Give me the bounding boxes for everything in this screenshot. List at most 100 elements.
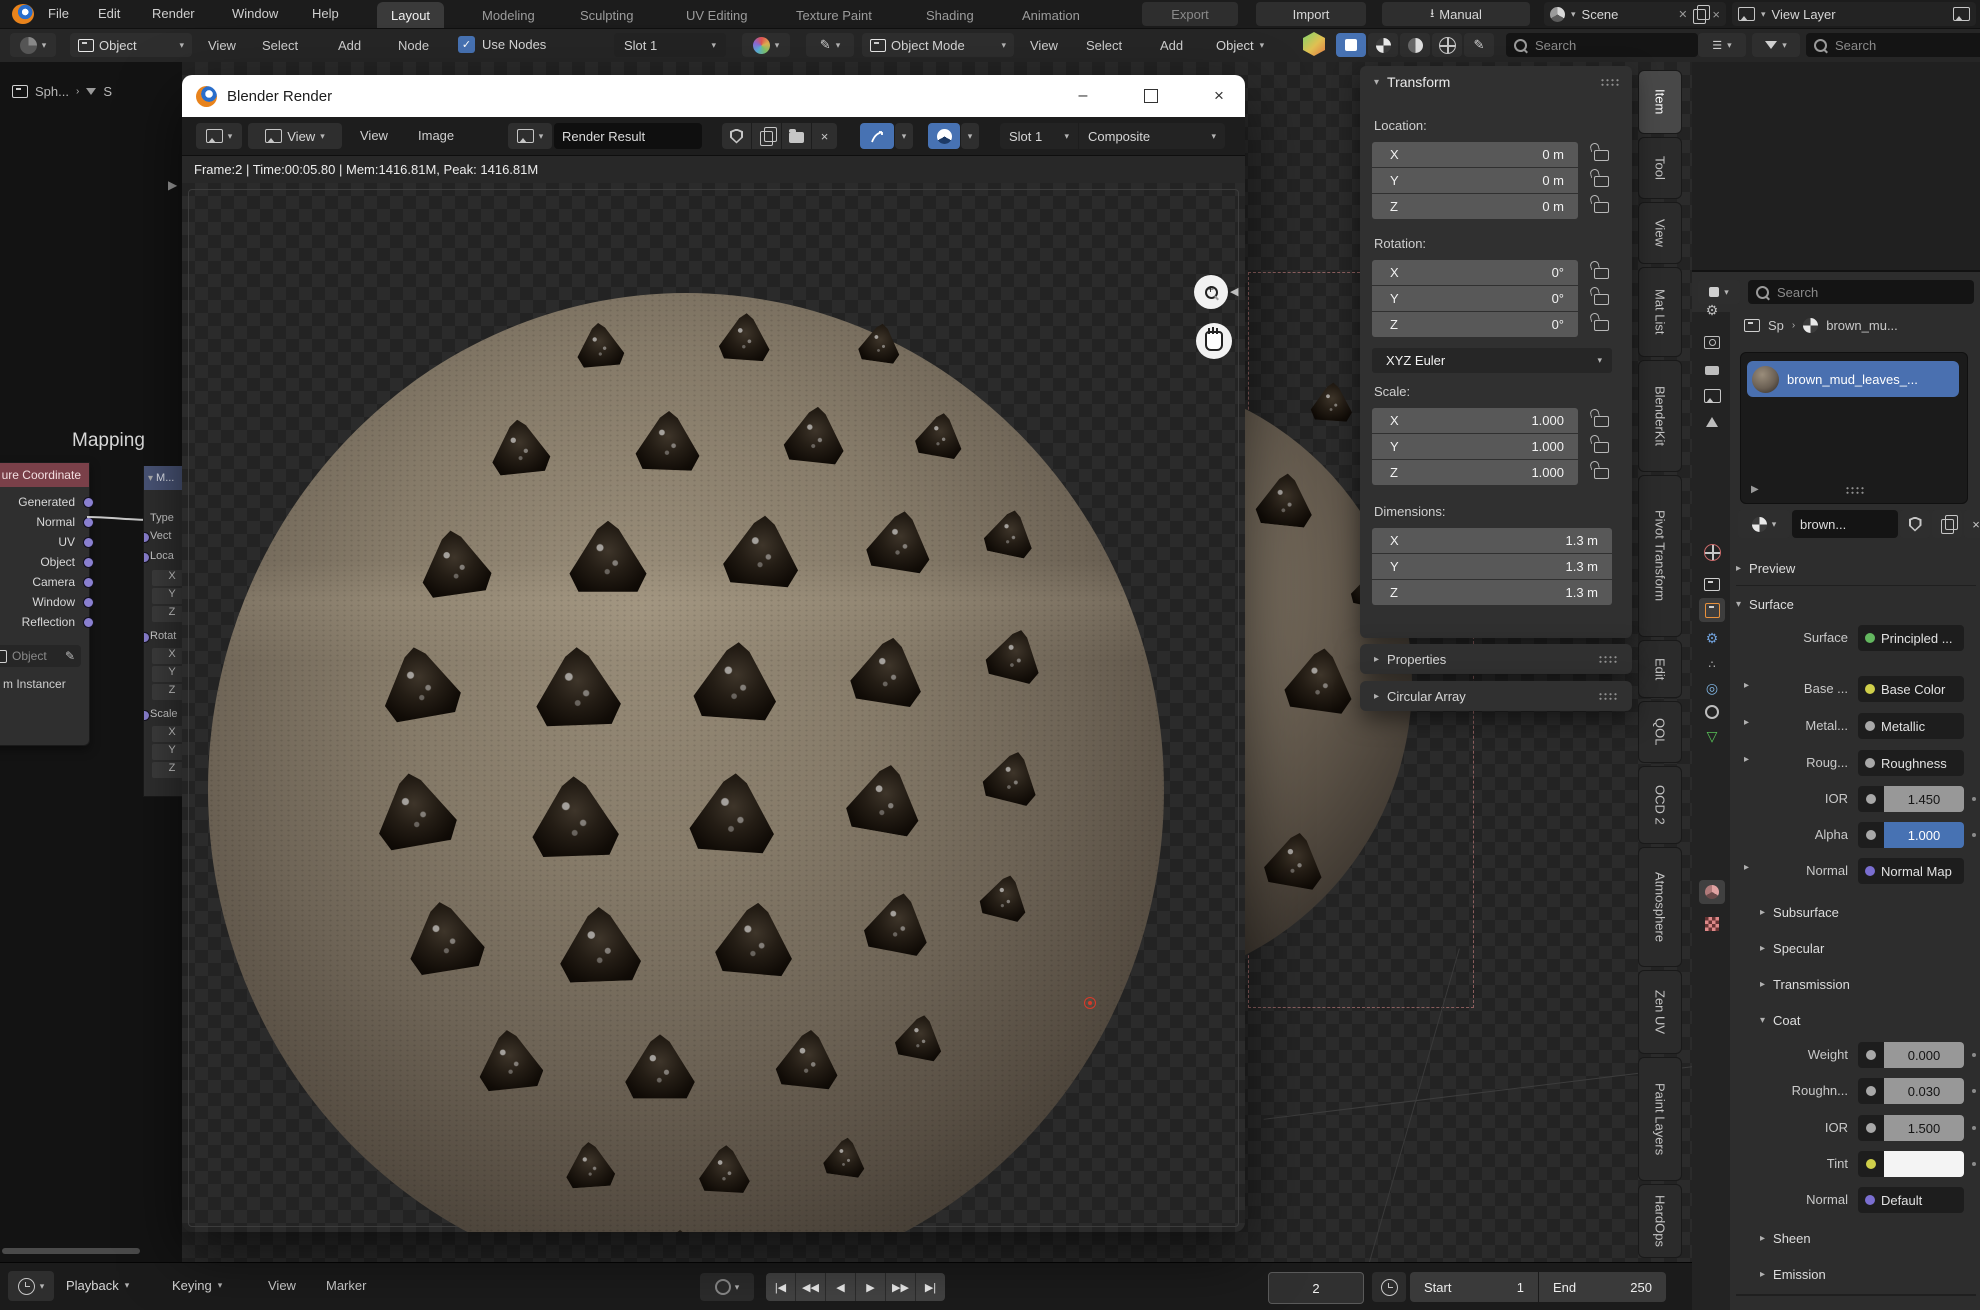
shader-mode-dropdown[interactable]: Object ▾ (70, 33, 192, 57)
properties-collapsed-panel[interactable]: ▸Properties (1360, 644, 1632, 674)
workspace-tab-layout[interactable]: Layout (377, 2, 444, 28)
tab-texture-icon[interactable] (1699, 912, 1725, 936)
node-editor-hscrollbar[interactable] (2, 1248, 140, 1254)
view-mode-dropdown[interactable]: View▾ (248, 123, 342, 149)
manual-button[interactable]: ⭳ Manual (1382, 2, 1530, 26)
pass-dropdown[interactable]: Composite▾ (1079, 123, 1225, 149)
texture-coordinate-node[interactable]: ure Coordinate Generated Normal UV Objec… (0, 462, 90, 746)
play-reverse-button[interactable]: ◀ (826, 1273, 856, 1301)
material-name-field[interactable]: brown... (1792, 510, 1898, 538)
rotation-mode-dropdown[interactable]: XYZ Euler ▾ (1372, 348, 1612, 373)
side-tab-zen-uv[interactable]: Zen UV (1638, 970, 1682, 1054)
unlink-image-button[interactable]: × (812, 123, 837, 149)
coat-weight-socket[interactable] (1858, 1042, 1884, 1068)
play-button[interactable]: ▶ (856, 1273, 886, 1301)
viewport-menu-object[interactable]: Object ▾ (1216, 38, 1264, 53)
shader-menu-add[interactable]: Add (338, 38, 361, 53)
tab-render-icon[interactable] (1699, 330, 1725, 354)
surface-shader-button[interactable]: Principled ... (1858, 625, 1964, 651)
view-layer-selector[interactable]: ▾ View Layer (1732, 2, 1976, 26)
side-tab-view[interactable]: View (1638, 202, 1682, 264)
lock-icon[interactable] (1594, 442, 1609, 453)
material-shading-icon[interactable] (1400, 33, 1430, 57)
blender-logo-icon[interactable] (12, 4, 34, 24)
dimensions-z-field[interactable]: Z1.3 m (1372, 580, 1612, 605)
region-toggle-right-icon[interactable]: ◀ (1230, 285, 1238, 298)
tab-modifiers-icon[interactable]: ⚙ (1699, 626, 1725, 650)
lock-icon[interactable] (1594, 268, 1609, 279)
emission-panel-header[interactable]: ▸Emission (1760, 1260, 1980, 1288)
side-tab-ocd2[interactable]: OCD 2 (1638, 766, 1682, 844)
image-datablock-button[interactable]: ▾ (508, 123, 552, 149)
node-header[interactable]: ure Coordinate (0, 463, 89, 487)
metallic-button[interactable]: Metallic (1858, 713, 1964, 739)
sheen-panel-header[interactable]: ▸Sheen (1760, 1224, 1980, 1252)
axis-field[interactable]: Y (152, 588, 182, 604)
scale-y-field[interactable]: Y1.000 (1372, 434, 1578, 459)
location-z-field[interactable]: Z0 m (1372, 194, 1578, 219)
dimensions-y-field[interactable]: Y1.3 m (1372, 554, 1612, 579)
axis-field[interactable]: X (152, 648, 182, 664)
viewport-mode-dropdown[interactable]: Object Mode ▾ (862, 33, 1014, 57)
editor-type-button[interactable]: ▾ (196, 123, 242, 149)
coat-ior-slider[interactable]: 1.500 (1884, 1115, 1964, 1141)
side-tab-mat-list[interactable]: Mat List (1638, 267, 1682, 357)
roughness-button[interactable]: Roughness (1858, 750, 1964, 776)
node-header[interactable]: ▾M... (144, 466, 182, 490)
lock-icon[interactable] (1594, 320, 1609, 331)
export-button[interactable]: Export (1142, 2, 1238, 26)
material-slot-selected[interactable]: brown_mud_leaves_... (1747, 361, 1959, 397)
window-titlebar[interactable]: Blender Render – × (182, 75, 1245, 117)
coat-weight-slider[interactable]: 0.000 (1884, 1042, 1964, 1068)
fake-user-button[interactable] (722, 123, 751, 149)
tab-material-icon[interactable] (1699, 880, 1725, 904)
close-scene-icon[interactable]: × (1712, 7, 1720, 22)
viewport-menu-add[interactable]: Add (1160, 38, 1183, 53)
object-picker-field[interactable]: Object ✎ (0, 645, 81, 667)
normal-map-button[interactable]: Normal Map (1858, 858, 1964, 884)
region-toggle-left-icon[interactable]: ▶ (168, 178, 177, 192)
frame-end-field[interactable]: End 250 (1539, 1272, 1666, 1302)
slot-list-grip[interactable] (1845, 486, 1865, 495)
image-name-field[interactable]: Render Result (554, 123, 702, 149)
alpha-socket[interactable] (1858, 822, 1884, 848)
close-button[interactable]: × (1196, 75, 1242, 117)
side-tab-blenderkit[interactable]: BlenderKit (1638, 360, 1682, 472)
coat-roughness-socket[interactable] (1858, 1078, 1884, 1104)
mapping-node[interactable]: ▾M... Type Vect Loca X Y Z Rotat X Y Z S… (143, 466, 182, 797)
eyedropper-icon[interactable]: ✎ (65, 649, 75, 663)
maximize-button[interactable] (1128, 75, 1174, 117)
side-tab-qol[interactable]: QOL (1638, 701, 1682, 763)
prev-keyframe-button[interactable]: ◀◀ (796, 1273, 826, 1301)
side-tab-pivot-transform[interactable]: Pivot Transform (1638, 475, 1682, 637)
circular-array-collapsed-panel[interactable]: ▸Circular Array (1360, 681, 1632, 711)
keying-menu[interactable]: Keying▾ (172, 1278, 222, 1293)
socket-uv[interactable] (83, 537, 94, 548)
import-button[interactable]: Import (1256, 2, 1366, 26)
axis-field[interactable]: Z (152, 606, 182, 622)
render-image-area[interactable]: + ◀ (182, 183, 1245, 1232)
slot-list-expand-icon[interactable]: ▶ (1751, 484, 1759, 495)
tab-physics-icon[interactable]: ◎ (1699, 676, 1725, 700)
coat-roughness-slider[interactable]: 0.030 (1884, 1078, 1964, 1104)
browse-material-button[interactable]: ▾ (1738, 510, 1790, 538)
lock-icon[interactable] (1594, 202, 1609, 213)
overlay-dropdown[interactable]: ▾ (961, 123, 979, 149)
tab-world-icon[interactable] (1699, 540, 1725, 564)
next-keyframe-button[interactable]: ▶▶ (886, 1273, 916, 1301)
auto-keying-button[interactable]: ▾ (700, 1273, 754, 1301)
workspace-tab-animation[interactable]: Animation (1008, 2, 1094, 28)
pan-tool-button[interactable] (1196, 323, 1232, 359)
surface-panel-header[interactable]: ▾Surface (1736, 590, 1976, 618)
workspace-tab-uv-editing[interactable]: UV Editing (672, 2, 761, 28)
fake-user-button[interactable] (1900, 510, 1930, 538)
lock-icon[interactable] (1594, 150, 1609, 161)
side-tab-paint-layers[interactable]: Paint Layers (1638, 1057, 1682, 1181)
copy-material-button[interactable] (1932, 510, 1962, 538)
zoom-tool-button[interactable]: + (1194, 275, 1228, 309)
shader-menu-node[interactable]: Node (398, 38, 429, 53)
menu-help[interactable]: Help (312, 6, 339, 21)
axis-field[interactable]: Z (152, 684, 182, 700)
workspace-tab-shading[interactable]: Shading (912, 2, 988, 28)
properties-search-input[interactable]: Search (1748, 280, 1974, 304)
